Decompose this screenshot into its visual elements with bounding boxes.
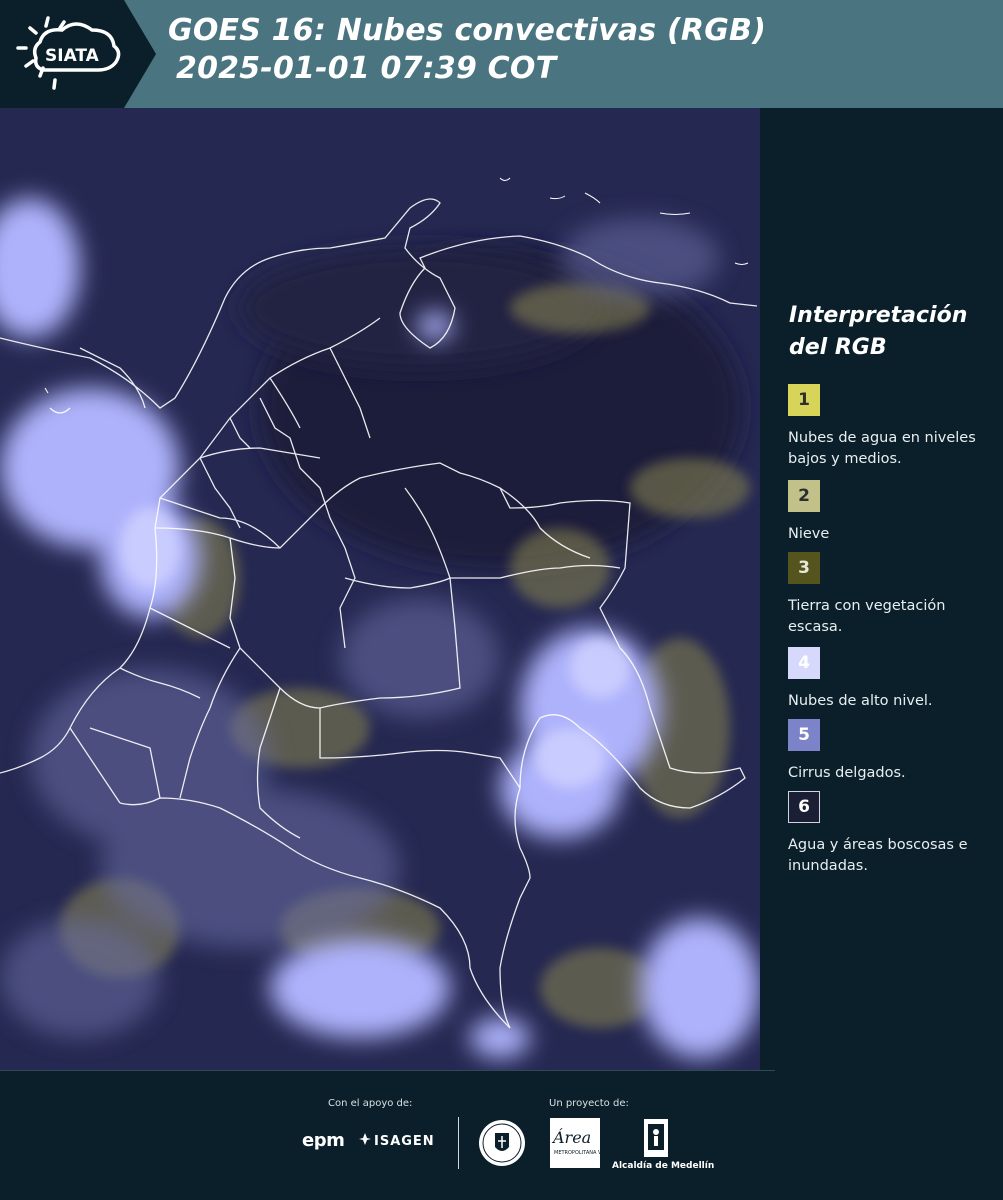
legend-item-6: 6 Agua y áreas boscosas e inundadas. (788, 791, 993, 877)
satellite-rgb-map (0, 108, 760, 1070)
page-title: GOES 16: Nubes convectivas (RGB) 2025-01… (168, 12, 766, 88)
legend-item-3: 3 Tierra con vegetación escasa. (788, 552, 993, 638)
legend-item-1: 1 Nubes de agua en niveles bajos y medio… (788, 384, 993, 470)
area-metropolitana-subtext: METROPOLITANA Valle de Aburrá (554, 1150, 637, 1156)
alcaldia-shield-icon[interactable] (643, 1118, 669, 1158)
title-line-1: GOES 16: Nubes convectivas (RGB) (168, 13, 767, 48)
rgb-legend: Interpretación del RGB 1 Nubes de agua e… (760, 108, 1003, 1070)
legend-swatch-1: 1 (788, 384, 820, 416)
legend-label-1: Nubes de agua en niveles bajos y medios. (788, 430, 976, 467)
project-label: Un proyecto de: (549, 1098, 629, 1109)
legend-label-5: Cirrus delgados. (788, 765, 906, 781)
siata-logo-text: SIATA (45, 46, 100, 66)
legend-item-5: 5 Cirrus delgados. (788, 719, 993, 784)
legend-label-2: Nieve (788, 526, 830, 542)
legend-swatch-6: 6 (788, 791, 820, 823)
legend-swatch-3: 3 (788, 552, 820, 584)
area-metropolitana-text: Área (553, 1128, 592, 1147)
epm-logo[interactable]: epm (302, 1130, 345, 1151)
footer-divider (0, 1070, 775, 1071)
legend-swatch-4: 4 (788, 647, 820, 679)
legend-swatch-2: 2 (788, 480, 820, 512)
legend-label-4: Nubes de alto nivel. (788, 693, 933, 709)
alcaldia-medellin-text: Alcaldía de Medellín (612, 1161, 715, 1171)
siata-logo-icon: SIATA (0, 0, 156, 108)
header-bar: SIATA GOES 16: Nubes convectivas (RGB) 2… (0, 0, 1003, 108)
isagen-logo-icon (359, 1133, 371, 1145)
legend-swatch-5: 5 (788, 719, 820, 751)
legend-label-3: Tierra con vegetación escasa. (788, 598, 946, 635)
legend-label-6: Agua y áreas boscosas e inundadas. (788, 837, 968, 874)
medellin-seal-icon[interactable] (477, 1117, 527, 1169)
satellite-map[interactable] (0, 108, 760, 1070)
siata-logo[interactable]: SIATA (0, 0, 158, 108)
footer: Con el apoyo de: Un proyecto de: epm ISA… (0, 1070, 1003, 1200)
legend-title: Interpretación del RGB (789, 303, 968, 360)
logo-divider (458, 1117, 459, 1169)
support-label: Con el apoyo de: (328, 1098, 413, 1109)
legend-item-4: 4 Nubes de alto nivel. (788, 647, 993, 712)
title-line-2: 2025-01-01 07:39 COT (176, 51, 557, 86)
isagen-logo[interactable]: ISAGEN (374, 1134, 435, 1149)
legend-item-2: 2 Nieve (788, 480, 993, 545)
